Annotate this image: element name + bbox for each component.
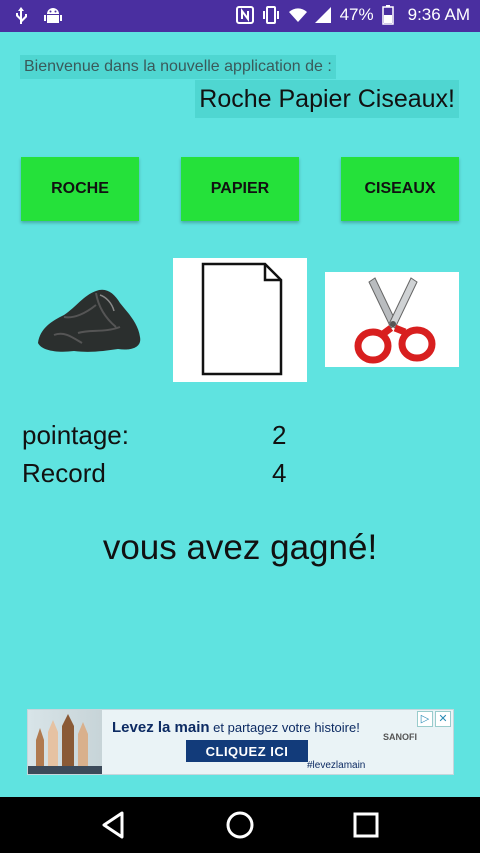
record-label: Record <box>22 458 106 488</box>
status-bar: 47% 9:36 AM <box>0 0 480 32</box>
paper-image <box>173 258 307 382</box>
clock: 9:36 AM <box>407 5 470 24</box>
score-value: 2 <box>272 420 287 450</box>
wifi-icon <box>288 5 307 25</box>
ad-banner[interactable]: Levez la main et partagez votre histoire… <box>27 709 454 775</box>
android-icon <box>44 6 62 26</box>
back-icon[interactable] <box>94 805 134 845</box>
welcome-text: Bienvenue dans la nouvelle application d… <box>20 55 336 79</box>
ad-hashtag: #levezlamain <box>307 760 366 771</box>
battery-percent: 47% <box>339 5 374 24</box>
nfc-icon <box>235 5 254 25</box>
app-title: Roche Papier Ciseaux! <box>195 80 459 118</box>
rock-image <box>34 283 144 357</box>
rock-button[interactable]: ROCHE <box>21 157 139 221</box>
score-label: pointage: <box>22 420 129 450</box>
scissors-image <box>325 272 459 367</box>
ad-close-icon[interactable]: ✕ <box>435 711 451 727</box>
signal-icon <box>314 5 332 25</box>
ad-info-icon[interactable]: ▷ <box>417 711 433 727</box>
usb-icon <box>12 6 30 26</box>
scissors-button[interactable]: CISEAUX <box>341 157 459 221</box>
battery-icon <box>381 5 400 25</box>
record-value: 4 <box>272 458 287 488</box>
result-message: vous avez gagné! <box>102 528 378 567</box>
home-icon[interactable] <box>220 805 260 845</box>
ad-cta-button[interactable]: CLIQUEZ ICI <box>186 740 308 762</box>
navigation-bar <box>0 797 480 853</box>
ad-hands-image <box>28 710 102 774</box>
ad-headline: Levez la main et partagez votre histoire… <box>112 719 360 736</box>
recents-icon[interactable] <box>346 805 386 845</box>
paper-button[interactable]: PAPIER <box>181 157 299 221</box>
vibrate-icon <box>262 5 280 25</box>
